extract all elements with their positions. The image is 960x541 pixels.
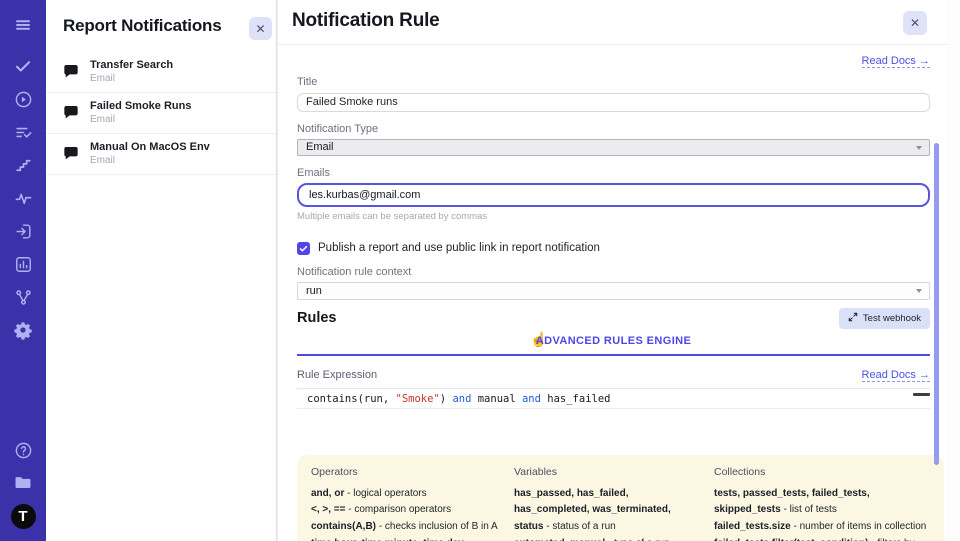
title-label: Title — [297, 76, 930, 88]
notification-rule-panel: Notification Rule ✕ Read Docs → Title No… — [277, 0, 947, 541]
notification-title: Manual On MacOS Env — [90, 141, 266, 153]
code-token: contains(run, — [307, 393, 396, 405]
title-input[interactable] — [297, 93, 930, 112]
test-webhook-icon — [848, 312, 858, 325]
logo-letter: T — [18, 508, 27, 525]
emails-hint: Multiple emails can be separated by comm… — [297, 211, 930, 222]
help-entry: failed_tests.size - number of items in c… — [714, 519, 932, 536]
help-entry: time.hour, time.minute, time.day - datet… — [311, 536, 500, 541]
help-entry: automated, manual - type of a run — [514, 536, 700, 541]
panel-close-button[interactable]: ✕ — [249, 17, 272, 40]
vertical-scrollbar[interactable] — [934, 143, 939, 465]
test-webhook-label: Test webhook — [863, 313, 921, 324]
help-column-collections: Collections tests, passed_tests, failed_… — [714, 466, 932, 541]
code-line[interactable]: contains(run, "Smoke") and manual and ha… — [297, 389, 930, 409]
context-value: run — [306, 285, 322, 297]
expression-help-panel: Operators and, or - logical operators <,… — [297, 455, 944, 541]
notification-type-select[interactable]: Email — [297, 139, 930, 156]
publish-checkbox-row[interactable]: Publish a report and use public link in … — [297, 242, 930, 255]
help-entry: and, or - logical operators — [311, 486, 500, 503]
publish-checkbox-label: Publish a report and use public link in … — [318, 242, 600, 254]
app-window: T Report Notifications ✕ Transfer Search… — [0, 0, 960, 541]
code-token: and — [452, 393, 471, 405]
chat-bubble-icon — [63, 104, 79, 125]
rule-expression-label: Rule Expression — [297, 369, 377, 381]
chat-bubble-icon — [63, 145, 79, 166]
help-column-variables: Variables has_passed, has_failed, has_co… — [514, 466, 700, 541]
list-item[interactable]: Transfer Search Email — [46, 52, 276, 93]
chat-bubble-icon — [63, 63, 79, 84]
context-select[interactable]: run — [297, 282, 930, 300]
read-docs-link[interactable]: Read Docs → — [862, 369, 930, 382]
code-token: "Smoke" — [396, 393, 440, 405]
help-entry: tests, passed_tests, failed_tests, skipp… — [714, 486, 932, 520]
list-check-icon[interactable] — [12, 121, 34, 143]
tab-advanced-rules-engine[interactable]: ADVANCED RULES ENGINE — [297, 335, 930, 347]
sign-in-icon[interactable] — [12, 220, 34, 242]
chevron-down-icon — [916, 289, 922, 293]
test-webhook-button[interactable]: Test webhook — [839, 308, 930, 329]
notification-type: Email — [90, 114, 266, 125]
library-icon[interactable] — [12, 472, 34, 494]
list-item[interactable]: Failed Smoke Runs Email — [46, 93, 276, 134]
code-token: and — [522, 393, 541, 405]
emails-label: Emails — [297, 167, 930, 179]
rule-expression-editor[interactable]: contains(run, "Smoke") and manual and ha… — [297, 388, 930, 455]
help-icon[interactable] — [12, 439, 34, 461]
help-entry: failed_tests.filter(test, condition) - f… — [714, 536, 932, 541]
checkbox-checked-icon[interactable] — [297, 242, 310, 255]
notification-type: Email — [90, 73, 266, 84]
chevron-down-icon — [916, 146, 922, 150]
help-column-operators: Operators and, or - logical operators <,… — [311, 466, 500, 541]
notification-title: Transfer Search — [90, 59, 266, 71]
list-item[interactable]: Manual On MacOS Env Email — [46, 134, 276, 175]
help-column-title: Operators — [311, 466, 500, 478]
code-token: ) — [440, 393, 453, 405]
page-title: Notification Rule — [292, 10, 440, 32]
help-entry: <, >, == - comparison operators — [311, 502, 500, 519]
notifications-list: Transfer Search Email Failed Smoke Runs … — [46, 52, 276, 175]
editor-resize-handle[interactable] — [913, 393, 930, 396]
notification-type-value: Email — [306, 141, 334, 153]
settings-gear-icon[interactable] — [12, 319, 34, 341]
rules-tab-bar: ☝ ADVANCED RULES ENGINE — [297, 330, 930, 356]
code-token: has_failed — [541, 393, 611, 405]
rules-heading: Rules — [297, 310, 337, 326]
help-column-title: Collections — [714, 466, 932, 478]
help-column-title: Variables — [514, 466, 700, 478]
runs-play-icon[interactable] — [12, 88, 34, 110]
bar-chart-icon[interactable] — [12, 253, 34, 275]
tests-check-icon[interactable] — [12, 55, 34, 77]
help-entry: contains(A,B) - checks inclusion of B in… — [311, 519, 500, 536]
pulse-icon[interactable] — [12, 187, 34, 209]
notification-type-label: Notification Type — [297, 123, 930, 135]
notification-type: Email — [90, 155, 266, 166]
code-token: manual — [471, 393, 522, 405]
branch-icon[interactable] — [12, 286, 34, 308]
logo[interactable]: T — [11, 504, 36, 529]
menu-icon[interactable] — [12, 14, 34, 36]
context-label: Notification rule context — [297, 266, 930, 278]
close-button[interactable]: ✕ — [903, 11, 927, 35]
sidebar-rail: T — [0, 0, 46, 541]
notification-title: Failed Smoke Runs — [90, 100, 266, 112]
read-docs-link[interactable]: Read Docs → — [862, 55, 930, 68]
steps-icon[interactable] — [12, 154, 34, 176]
panel-title: Report Notifications — [63, 16, 246, 36]
emails-input[interactable] — [297, 183, 930, 207]
help-entry: has_passed, has_failed, has_completed, w… — [514, 486, 700, 536]
report-notifications-panel: Report Notifications ✕ Transfer Search E… — [46, 0, 277, 541]
